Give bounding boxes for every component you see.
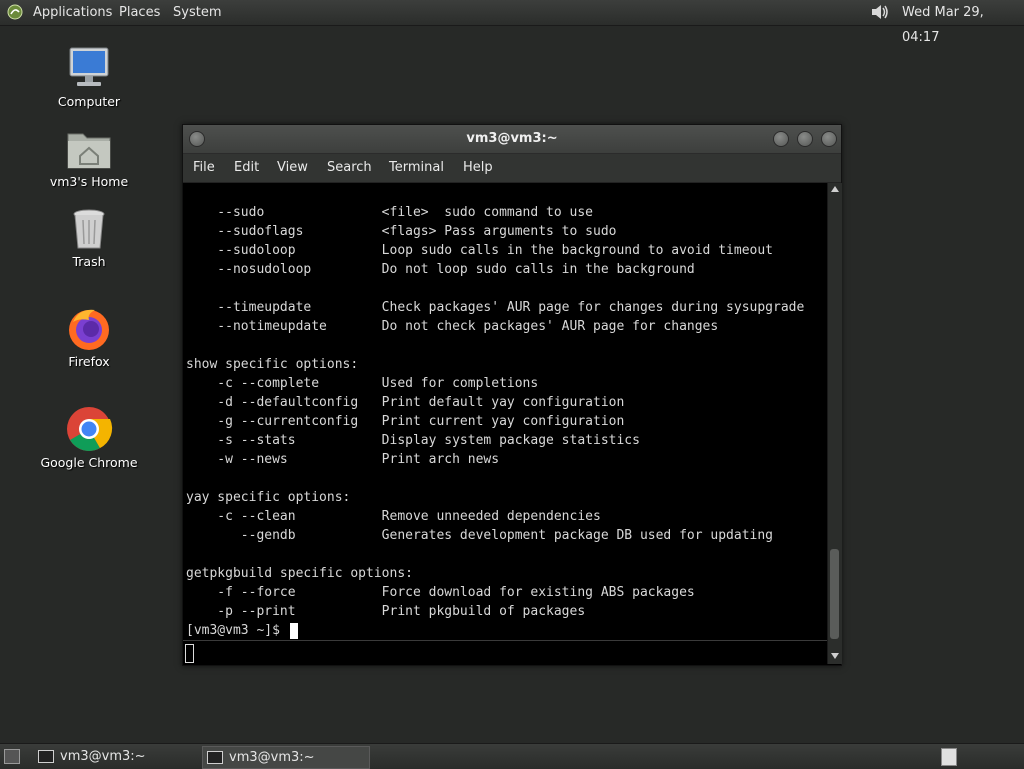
desktop-icon-firefox[interactable]: Firefox bbox=[34, 304, 144, 372]
terminal-prompt: [vm3@vm3 ~]$ bbox=[186, 623, 288, 638]
scroll-down-arrow-icon[interactable] bbox=[831, 653, 839, 659]
taskbar-item-active[interactable]: vm3@vm3:~ bbox=[202, 746, 370, 769]
menu-terminal[interactable]: Terminal bbox=[389, 154, 444, 182]
computer-icon bbox=[69, 47, 109, 86]
desktop-icon-computer[interactable]: Computer bbox=[34, 44, 144, 112]
menu-view[interactable]: View bbox=[277, 154, 308, 182]
desktop-icon-label: Trash bbox=[72, 254, 106, 269]
window-title: vm3@vm3:~ bbox=[466, 131, 558, 146]
desktop-icon-home[interactable]: vm3's Home bbox=[34, 124, 144, 192]
terminal-line: --sudoflags <flags> Pass arguments to su… bbox=[186, 224, 617, 239]
terminal-icon bbox=[38, 750, 54, 763]
desktop-icon-label: Google Chrome bbox=[40, 455, 138, 470]
menu-help[interactable]: Help bbox=[463, 154, 493, 182]
menu-applications[interactable]: Applications bbox=[33, 0, 112, 25]
terminal-menubar: File Edit View Search Terminal Help bbox=[183, 154, 841, 183]
terminal-line: -f --force Force download for existing A… bbox=[186, 585, 695, 600]
terminal-line: --timeupdate Check packages' AUR page fo… bbox=[186, 300, 805, 315]
speaker-icon[interactable] bbox=[870, 3, 890, 21]
terminal-line: --sudo <file> sudo command to use bbox=[186, 205, 593, 220]
terminal-line: yay specific options: bbox=[186, 490, 351, 505]
terminal-line: -w --news Print arch news bbox=[186, 452, 500, 467]
terminal-line: -s --stats Display system package statis… bbox=[186, 433, 640, 448]
menu-edit[interactable]: Edit bbox=[234, 154, 259, 182]
scroll-up-arrow-icon[interactable] bbox=[831, 186, 839, 192]
menu-system[interactable]: System bbox=[173, 0, 221, 25]
terminal-line: show specific options: bbox=[186, 357, 359, 372]
menu-search[interactable]: Search bbox=[327, 154, 372, 182]
desktop-icon-label: vm3's Home bbox=[49, 174, 129, 189]
taskbar-item-label: vm3@vm3:~ bbox=[229, 750, 315, 765]
chrome-icon bbox=[67, 407, 113, 451]
bottom-panel: vm3@vm3:~ vm3@vm3:~ bbox=[0, 743, 1024, 769]
terminal-line: -g --currentconfig Print current yay con… bbox=[186, 414, 625, 429]
taskbar-item-label: vm3@vm3:~ bbox=[60, 749, 146, 764]
desktop-icon-label: Firefox bbox=[68, 354, 110, 369]
taskbar-item[interactable]: vm3@vm3:~ bbox=[34, 746, 200, 767]
terminal-line: --nosudoloop Do not loop sudo calls in t… bbox=[186, 262, 695, 277]
terminal-window: vm3@vm3:~ File Edit View Search Terminal… bbox=[182, 124, 842, 666]
menu-file[interactable]: File bbox=[193, 154, 215, 182]
input-cursor bbox=[185, 644, 194, 663]
trash-icon bbox=[73, 209, 105, 249]
terminal-cursor bbox=[290, 623, 298, 639]
firefox-icon bbox=[69, 309, 109, 350]
home-folder-icon bbox=[67, 133, 111, 169]
maximize-button[interactable] bbox=[797, 131, 813, 147]
terminal-input-row[interactable] bbox=[183, 640, 827, 665]
terminal-output[interactable]: --sudo <file> sudo command to use --sudo… bbox=[183, 183, 827, 639]
terminal-line: --gendb Generates development package DB… bbox=[186, 528, 773, 543]
terminal-scrollbar[interactable] bbox=[827, 183, 842, 664]
terminal-line: getpkgbuild specific options: bbox=[186, 566, 413, 581]
scroll-thumb[interactable] bbox=[830, 549, 839, 639]
clock[interactable]: Wed Mar 29, 04:17 bbox=[902, 0, 1024, 50]
terminal-line: --sudoloop Loop sudo calls in the backgr… bbox=[186, 243, 773, 258]
terminal-line: --notimeupdate Do not check packages' AU… bbox=[186, 319, 719, 334]
mate-logo-icon[interactable] bbox=[7, 4, 23, 20]
terminal-line: -p --print Print pkgbuild of packages bbox=[186, 604, 586, 619]
desktop-icon-chrome[interactable]: Google Chrome bbox=[34, 405, 144, 473]
window-titlebar[interactable]: vm3@vm3:~ bbox=[183, 125, 841, 154]
menu-places[interactable]: Places bbox=[119, 0, 160, 25]
show-desktop-icon[interactable] bbox=[4, 749, 20, 764]
minimize-button[interactable] bbox=[773, 131, 789, 147]
top-panel: Applications Places System Wed Mar 29, 0… bbox=[0, 0, 1024, 45]
desktop-icon-label: Computer bbox=[57, 94, 121, 109]
terminal-line: -c --complete Used for completions bbox=[186, 376, 539, 391]
terminal-icon bbox=[207, 751, 223, 764]
terminal-line: -c --clean Remove unneeded dependencies bbox=[186, 509, 601, 524]
workspace-switcher[interactable] bbox=[941, 748, 957, 766]
desktop-icon-trash[interactable]: Trash bbox=[34, 204, 144, 272]
terminal-line: -d --defaultconfig Print default yay con… bbox=[186, 395, 625, 410]
close-button[interactable] bbox=[821, 131, 837, 147]
